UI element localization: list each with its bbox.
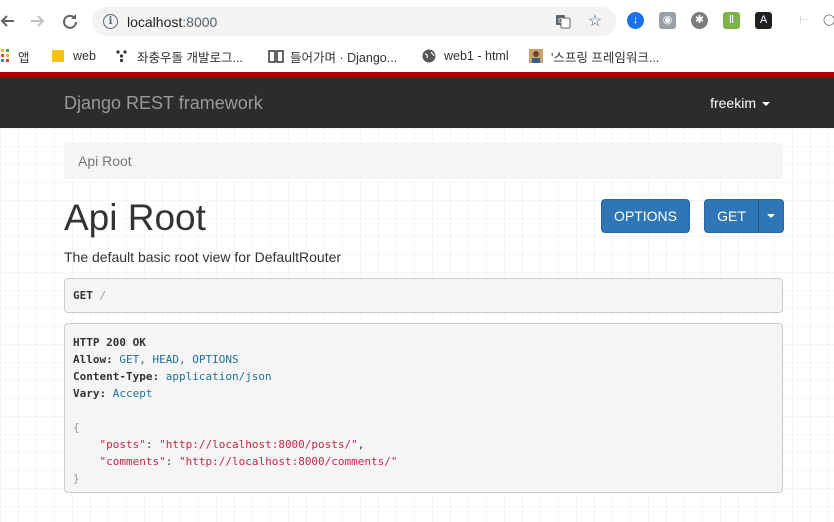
bookmark-web[interactable]: web [51, 46, 96, 66]
bookmark-label: web [73, 49, 96, 63]
brand-link[interactable]: Django REST framework [64, 93, 263, 114]
browser-toolbar: i localhost:8000 G ☆ ↓ ◉ ✱ Ⅱ A ⊢ ◯ [0, 0, 834, 42]
content-type-value: application/json [165, 370, 272, 383]
url-host: localhost [127, 14, 183, 30]
json-open-brace: { [73, 421, 80, 434]
user-name: freekim [710, 95, 756, 111]
caret-down-icon [767, 214, 775, 218]
request-method: GET [73, 289, 93, 302]
bookmark-spring[interactable]: '스프링 프레임워크... [529, 46, 659, 66]
navbar: Django REST framework freekim [0, 78, 834, 128]
bookmarks-bar: 앱 web 좌충우돌 개발로그... 들어가며 · Django... web1… [0, 42, 834, 70]
bookmark-label: '스프링 프레임워크... [551, 50, 660, 65]
vary-key: Vary: [73, 387, 107, 400]
allow-value: GET, HEAD, OPTIONS [119, 353, 239, 366]
content-type-key: Content-Type: [73, 370, 160, 383]
translate-icon[interactable]: G [554, 13, 572, 31]
ladder-extension-icon[interactable]: Ⅱ [723, 12, 740, 29]
options-button[interactable]: OPTIONS [601, 199, 690, 233]
profile-icon[interactable]: ◯ [823, 12, 834, 29]
json-key: "posts" [99, 438, 146, 451]
svg-text:G: G [558, 17, 563, 25]
vary-value: Accept [112, 387, 153, 400]
get-format-dropdown[interactable] [758, 199, 784, 233]
user-menu[interactable]: freekim [710, 95, 770, 111]
bookmark-dev-log[interactable]: 좌충우돌 개발로그... [115, 46, 243, 66]
caret-down-icon [762, 102, 770, 107]
bookmark-apps[interactable]: 앱 [0, 46, 30, 66]
get-button[interactable]: GET [704, 199, 759, 233]
response-status: HTTP 200 OK [73, 336, 146, 349]
page-description: The default basic root view for DefaultR… [64, 249, 342, 265]
a-extension-icon[interactable]: A [755, 12, 772, 29]
info-icon[interactable]: i [103, 14, 118, 29]
address-bar[interactable]: i localhost:8000 G ☆ [92, 7, 616, 36]
apps-grid-icon [0, 49, 10, 63]
bookmark-label: 좌충우돌 개발로그... [137, 50, 243, 65]
request-info: GET / [64, 278, 783, 313]
breadcrumb[interactable]: Api Root [64, 143, 783, 179]
avatar-icon [529, 49, 543, 63]
url-text[interactable]: localhost:8000 [127, 14, 217, 30]
allow-key: Allow: [73, 353, 113, 366]
back-arrow-icon[interactable] [0, 10, 18, 32]
json-link[interactable]: "http://localhost:8000/comments/" [179, 455, 398, 468]
gear-extension-icon[interactable]: ✱ [691, 12, 708, 29]
json-key: "comments" [99, 455, 166, 468]
bookmark-label: web1 - html [444, 49, 509, 63]
page-title: Api Root [64, 197, 206, 238]
url-port: :8000 [182, 14, 218, 30]
bookmark-web1[interactable]: web1 - html [422, 46, 509, 66]
divider-icon: ⊢ [799, 14, 809, 26]
bookmark-label: 들어가며 · Django... [290, 50, 398, 65]
request-path: / [99, 289, 107, 302]
reload-icon[interactable] [59, 10, 81, 32]
forward-arrow-icon[interactable] [27, 10, 49, 32]
json-link[interactable]: "http://localhost:8000/posts/" [159, 438, 358, 451]
bookmark-django[interactable]: 들어가며 · Django... [268, 46, 397, 66]
camera-extension-icon[interactable]: ◉ [659, 12, 676, 29]
json-close-brace: } [73, 472, 80, 485]
json-separator: , [357, 438, 365, 451]
folder-icon [51, 49, 65, 63]
dots-icon [115, 49, 129, 63]
page-content: Api Root Api Root OPTIONS GET The defaul… [0, 128, 834, 522]
response-info: HTTP 200 OK Allow: GET, HEAD, OPTIONS Co… [64, 323, 783, 493]
download-extension-icon[interactable]: ↓ [627, 12, 644, 29]
globe-icon [422, 49, 436, 63]
book-icon [268, 49, 284, 63]
star-icon[interactable]: ☆ [586, 13, 604, 31]
bookmark-label: 앱 [18, 50, 30, 65]
